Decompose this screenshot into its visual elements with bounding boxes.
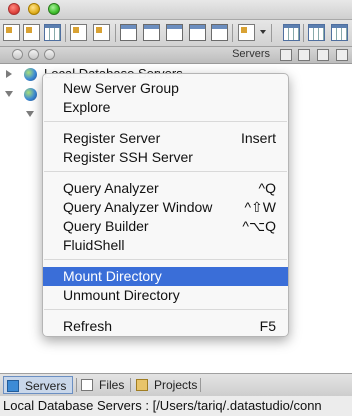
panel-menu-icon[interactable]: [298, 49, 310, 61]
list-view-icon[interactable]: [331, 24, 348, 41]
tab-label: Projects: [154, 378, 198, 392]
menu-item-label: Unmount Directory: [63, 287, 180, 303]
tab-files[interactable]: Files: [78, 376, 128, 394]
export-icon[interactable]: [93, 24, 110, 41]
menu-item-query-analyzer-window[interactable]: Query Analyzer Window ^⇧W: [43, 198, 288, 217]
menu-item-label: New Server Group: [63, 80, 179, 96]
menu-separator: [44, 259, 287, 260]
menu-item-label: Register SSH Server: [63, 149, 193, 165]
menu-item-new-server-group[interactable]: New Server Group: [43, 79, 288, 98]
status-bar: Local Database Servers : [/Users/tariq/.…: [0, 396, 352, 416]
tab-label: Servers: [25, 379, 67, 393]
new-document-icon[interactable]: [23, 24, 40, 41]
panel-close-icon[interactable]: [336, 49, 348, 61]
panel-float-icon[interactable]: [317, 49, 329, 61]
minimize-window-button[interactable]: [28, 3, 40, 15]
toolbar-separator: [232, 24, 233, 42]
menu-item-query-analyzer[interactable]: Query Analyzer ^Q: [43, 179, 288, 198]
window-icon[interactable]: [120, 24, 137, 41]
new-file-icon[interactable]: [3, 24, 20, 41]
tab-servers[interactable]: Servers: [3, 376, 73, 394]
split-window-icon[interactable]: [143, 24, 160, 41]
menu-item-shortcut: ^⇧W: [244, 199, 276, 215]
panel-minimize-button[interactable]: [28, 49, 39, 60]
status-text: Local Database Servers : [/Users/tariq/.…: [3, 398, 322, 413]
close-window-button[interactable]: [8, 3, 20, 15]
menu-item-label: Register Server: [63, 130, 161, 146]
toolbar-separator: [271, 24, 272, 42]
toolbar-separator: [303, 24, 304, 42]
menu-item-register-ssh-server[interactable]: Register SSH Server: [43, 148, 288, 167]
menu-item-unmount-directory[interactable]: Unmount Directory: [43, 286, 288, 305]
menu-item-fluidshell[interactable]: FluidShell: [43, 236, 288, 255]
panel-restore-icon[interactable]: [280, 49, 292, 61]
menu-item-query-builder[interactable]: Query Builder ^⌥Q: [43, 217, 288, 236]
chevron-down-icon[interactable]: [260, 30, 266, 34]
new-table-icon[interactable]: [44, 24, 61, 41]
tab-separator: [76, 378, 77, 392]
panel-close-button[interactable]: [12, 49, 23, 60]
cascade-window-icon[interactable]: [189, 24, 206, 41]
toolbar-separator: [65, 24, 66, 42]
server-globe-icon: [24, 68, 37, 81]
layout-window-icon[interactable]: [166, 24, 183, 41]
servers-panel-header: Servers: [0, 47, 352, 64]
tab-projects[interactable]: Projects: [133, 376, 203, 394]
tab-separator: [130, 378, 131, 392]
files-icon: [81, 379, 93, 391]
menu-separator: [44, 309, 287, 310]
tab-label: Files: [99, 378, 125, 392]
menu-item-shortcut: ^⌥Q: [242, 218, 276, 234]
menu-separator: [44, 171, 287, 172]
edit-icon[interactable]: [70, 24, 87, 41]
main-toolbar: [0, 20, 352, 47]
menu-item-label: Query Builder: [63, 218, 149, 234]
server-globe-icon: [24, 88, 37, 101]
toolbar-separator: [115, 24, 116, 42]
window-titlebar: [0, 0, 352, 20]
table-view-icon[interactable]: [308, 24, 325, 41]
context-menu: New Server Group Explore Register Server…: [42, 73, 289, 337]
collapse-arrow-icon[interactable]: [26, 111, 34, 117]
menu-item-shortcut: Insert: [240, 130, 276, 146]
menu-item-label: Refresh: [63, 318, 113, 334]
menu-separator: [44, 121, 287, 122]
tile-window-icon[interactable]: [211, 24, 228, 41]
menu-item-register-server[interactable]: Register Server Insert: [43, 129, 288, 148]
menu-item-mount-directory[interactable]: Mount Directory: [43, 267, 288, 286]
menu-item-label: Query Analyzer: [63, 180, 159, 196]
menu-item-shortcut: F5: [259, 318, 276, 334]
zoom-window-button[interactable]: [48, 3, 60, 15]
menu-item-label: Explore: [63, 99, 111, 115]
menu-item-refresh[interactable]: Refresh F5: [43, 317, 288, 336]
servers-icon: [7, 380, 19, 392]
tools-icon[interactable]: [238, 24, 255, 41]
menu-item-explore[interactable]: Explore: [43, 98, 288, 117]
grid-view-icon[interactable]: [283, 24, 300, 41]
folder-icon: [136, 379, 148, 391]
expand-arrow-icon[interactable]: [6, 70, 12, 78]
bottom-tab-bar: Servers Files Projects: [0, 373, 352, 397]
menu-item-label: Mount Directory: [63, 268, 162, 284]
collapse-arrow-icon[interactable]: [5, 91, 13, 97]
tab-separator: [200, 378, 201, 392]
panel-maximize-button[interactable]: [44, 49, 55, 60]
panel-title: Servers: [232, 48, 270, 60]
menu-item-label: FluidShell: [63, 237, 125, 253]
menu-item-shortcut: ^Q: [258, 180, 276, 196]
menu-item-label: Query Analyzer Window: [63, 199, 213, 215]
